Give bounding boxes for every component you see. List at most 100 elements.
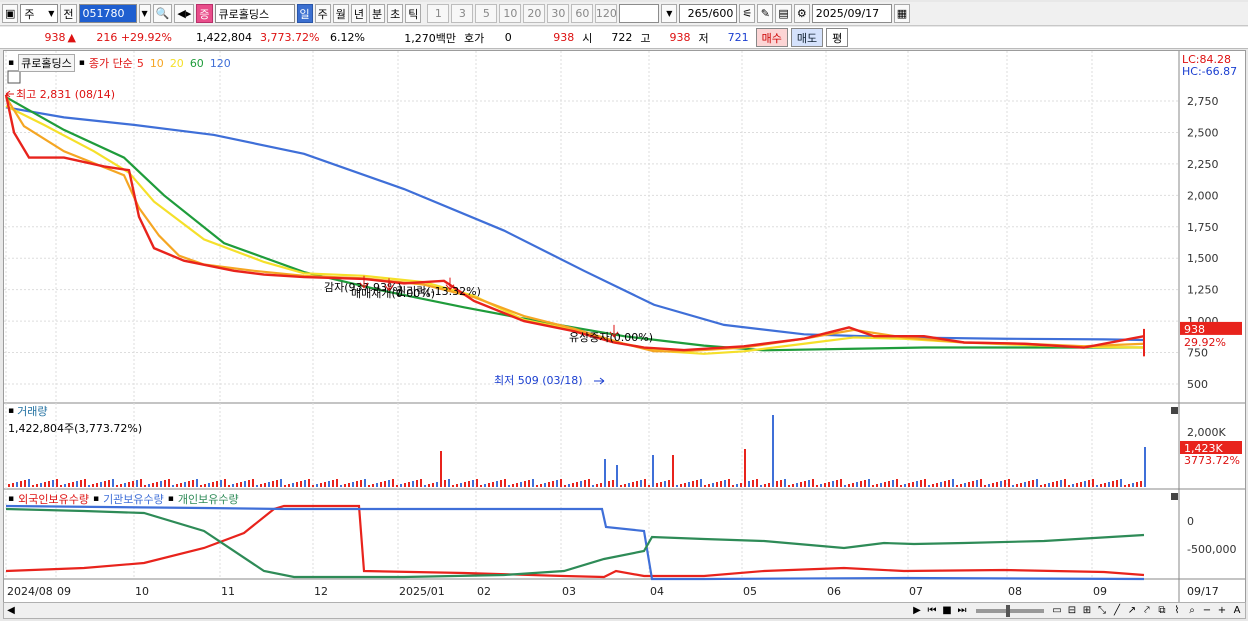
timeframe-button[interactable]: 주 bbox=[314, 4, 331, 23]
chart-canvas[interactable]: 2,7502,5002,2502,0001,7501,5001,2501,000… bbox=[4, 51, 1245, 603]
eval-button[interactable]: 평 bbox=[826, 28, 849, 47]
tile-icon[interactable]: ⊞ bbox=[1080, 604, 1094, 618]
ma-legend-item[interactable]: 10 bbox=[150, 57, 164, 70]
zoom-slider[interactable] bbox=[976, 604, 1044, 617]
interval-custom-input[interactable] bbox=[619, 4, 660, 23]
volume-bar bbox=[852, 483, 854, 487]
stop-icon[interactable]: ■ bbox=[940, 604, 954, 618]
volume-bar bbox=[216, 481, 218, 487]
volume-bar bbox=[140, 479, 142, 487]
ma-legend-item[interactable]: 5 bbox=[137, 57, 144, 70]
interval-button[interactable]: 5 bbox=[475, 4, 498, 23]
holding-series-foreign[interactable]: 외국인보유수량 bbox=[18, 491, 89, 507]
interval-button[interactable]: 3 bbox=[451, 4, 474, 23]
volume-title[interactable]: 거래량 bbox=[17, 403, 47, 419]
timeframe-button[interactable]: 분 bbox=[369, 4, 386, 23]
zoom-out-icon[interactable]: − bbox=[1200, 604, 1214, 618]
trend-icon[interactable]: ⤤ bbox=[1140, 604, 1154, 618]
volume-bar bbox=[964, 483, 966, 487]
chevron-down-icon[interactable]: ▼ bbox=[138, 4, 151, 23]
ma-legend-item[interactable]: 120 bbox=[210, 57, 231, 70]
volume-bar bbox=[528, 480, 530, 487]
ma-legend-item[interactable]: 20 bbox=[170, 57, 184, 70]
volume-bar bbox=[292, 483, 294, 487]
volume-bar bbox=[564, 485, 566, 487]
holding-series-institution[interactable]: 기관보유수량 bbox=[103, 491, 164, 507]
volume-bar bbox=[392, 479, 394, 487]
buy-button[interactable]: 매수 bbox=[755, 28, 788, 47]
interval-button[interactable]: 20 bbox=[523, 4, 546, 23]
window-icon[interactable]: ▭ bbox=[1050, 604, 1064, 618]
chart-grid-icon[interactable] bbox=[7, 70, 21, 84]
calendar-icon[interactable]: ▦ bbox=[893, 4, 911, 23]
interval-button[interactable]: 1 bbox=[427, 4, 450, 23]
volume-bar bbox=[760, 485, 762, 487]
interval-button[interactable]: 30 bbox=[547, 4, 570, 23]
chart-area[interactable]: 2,750 2,500 2,250 2,000 1,750 1,500 1,250 1,000… bbox=[3, 50, 1246, 604]
scroll-left-icon[interactable]: ◀ bbox=[4, 604, 18, 618]
volume-ratio: 3,773.72% bbox=[260, 31, 320, 44]
holding-series-individual[interactable]: 개인보유수량 bbox=[178, 491, 239, 507]
ma20-line bbox=[5, 105, 1145, 355]
timeframe-button[interactable]: 일 bbox=[296, 4, 313, 23]
date-input[interactable]: 2025/09/17 bbox=[811, 4, 892, 23]
zoom-slider-handle[interactable] bbox=[1006, 604, 1010, 617]
prev-button[interactable]: 전 bbox=[60, 4, 77, 23]
panel-maximize-icon[interactable] bbox=[1171, 493, 1178, 500]
legend-stock-name[interactable]: 큐로홀딩스 bbox=[18, 54, 75, 72]
interval-button[interactable]: 10 bbox=[499, 4, 522, 23]
draw-tool-icon[interactable]: ✎ bbox=[757, 4, 774, 23]
timeframe-button[interactable]: 월 bbox=[332, 4, 349, 23]
scroll-right-icon[interactable]: ▶ bbox=[910, 604, 924, 618]
chevron-down-icon[interactable]: ▼ bbox=[661, 4, 678, 23]
xaxis-label: 06 bbox=[827, 585, 841, 598]
resize-icon[interactable]: ⤡ bbox=[1095, 604, 1109, 618]
volume-bar bbox=[728, 479, 730, 487]
panel-maximize-icon[interactable] bbox=[1171, 407, 1178, 414]
ma-legend-item[interactable]: 60 bbox=[190, 57, 204, 70]
stock-name-field[interactable]: 큐로홀딩스 bbox=[214, 4, 295, 23]
volume-bar bbox=[220, 480, 222, 487]
split-icon[interactable]: ⊟ bbox=[1065, 604, 1079, 618]
candle-icon[interactable]: ⚟ bbox=[739, 4, 756, 23]
font-size-icon[interactable]: A bbox=[1230, 604, 1244, 618]
period-select[interactable]: 주 ▼ bbox=[20, 4, 59, 23]
volume-bar bbox=[264, 483, 266, 487]
interval-button[interactable]: 60 bbox=[571, 4, 594, 23]
zoom-icon[interactable]: ⌕ bbox=[1185, 604, 1199, 618]
gear-icon[interactable]: ⚙ bbox=[793, 4, 810, 23]
fast-forward-icon[interactable]: ⏭ bbox=[955, 604, 969, 618]
volume-bar bbox=[1120, 479, 1122, 487]
timeframe-button[interactable]: 초 bbox=[387, 4, 404, 23]
volume-bar bbox=[96, 483, 98, 487]
legend-ma-prefix[interactable]: 종가 단순 bbox=[89, 55, 133, 71]
chart-scrollbar[interactable]: ◀ ▶ ⏮ ■ ⏭ ▭ ⊟ ⊞ ⤡ ╱ ↗ ⤤ ⧉ ⌇ ⌕ − + A bbox=[3, 602, 1246, 619]
timeframe-button[interactable]: 틱 bbox=[405, 4, 422, 23]
search-icon[interactable]: 🔍 bbox=[152, 4, 173, 23]
line-icon[interactable]: ╱ bbox=[1110, 604, 1124, 618]
volume-bar bbox=[256, 485, 258, 487]
copy-icon[interactable]: ⧉ bbox=[1155, 604, 1169, 618]
speaker-icon[interactable]: ◀▸ bbox=[174, 4, 195, 23]
volume-bar bbox=[592, 485, 594, 487]
count-input[interactable]: 265 /600 bbox=[679, 4, 738, 23]
interval-button[interactable]: 120 bbox=[595, 4, 618, 23]
volume-bar bbox=[1004, 480, 1006, 487]
current-price-value: 938 bbox=[44, 31, 66, 44]
volume-bar bbox=[968, 482, 970, 487]
stock-code-input[interactable]: 051780 bbox=[78, 4, 137, 23]
timeframe-button[interactable]: 년 bbox=[350, 4, 367, 23]
volume-bar bbox=[472, 480, 474, 487]
holding-ytick: -500,000 bbox=[1187, 543, 1236, 556]
sell-button[interactable]: 매도 bbox=[790, 28, 824, 47]
current-pct-tag-text: 29.92% bbox=[1184, 336, 1226, 349]
arrow-tool-icon[interactable]: ↗ bbox=[1125, 604, 1139, 618]
zoom-in-icon[interactable]: + bbox=[1215, 604, 1229, 618]
layout-icon[interactable]: ▣ bbox=[2, 4, 19, 23]
volume-bar bbox=[252, 479, 254, 487]
hc-label: HC:-66.87 bbox=[1182, 65, 1237, 78]
chart-type-icon[interactable]: ⌇ bbox=[1170, 604, 1184, 618]
save-icon[interactable]: ▤ bbox=[775, 4, 792, 23]
volume-bar bbox=[752, 480, 754, 487]
rewind-icon[interactable]: ⏮ bbox=[925, 604, 939, 618]
